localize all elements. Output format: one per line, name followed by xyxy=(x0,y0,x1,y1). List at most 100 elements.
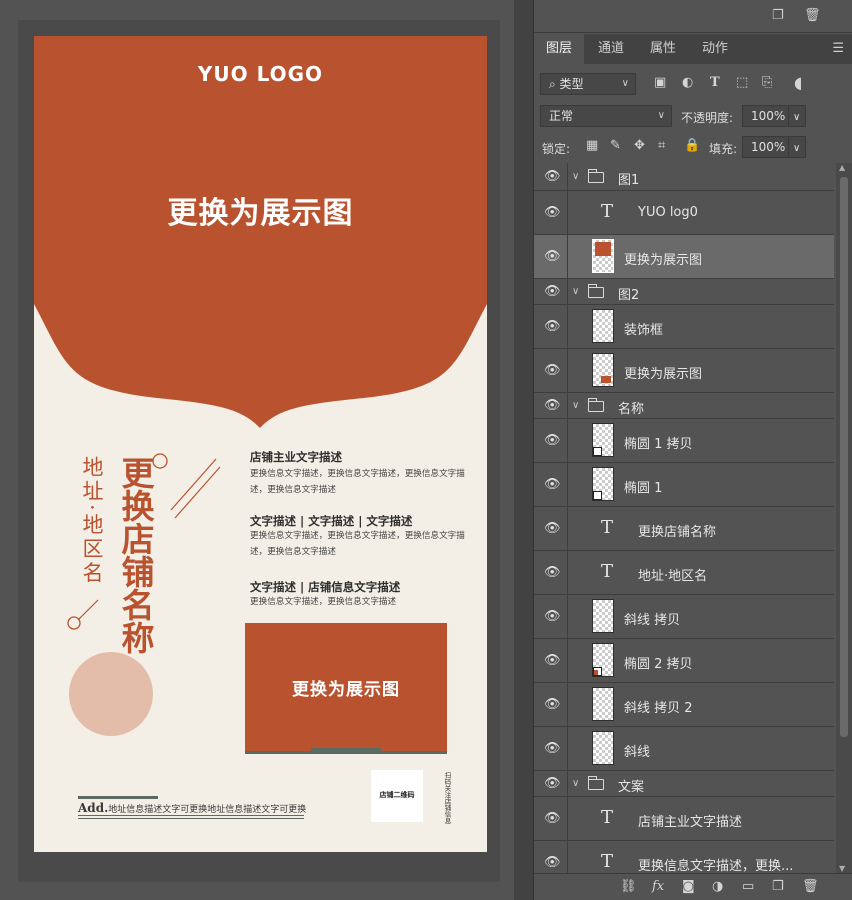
lock-pixels-icon[interactable]: ▦ xyxy=(586,138,598,153)
layer-thumbnail xyxy=(592,239,614,273)
link-icon[interactable]: ⛓ xyxy=(620,879,637,894)
eye-icon[interactable]: 👁 xyxy=(544,855,561,870)
blend-mode-dropdown[interactable]: 正常 ∨ xyxy=(540,105,672,127)
chevron-down-icon: ∨ xyxy=(793,112,801,123)
chevron-down-icon[interactable]: ∨ xyxy=(572,778,579,789)
eye-icon[interactable]: 👁 xyxy=(544,249,561,264)
poster-address: 地址·地区名 xyxy=(80,456,104,586)
text-filter-icon[interactable]: T xyxy=(710,75,720,90)
layer-text[interactable]: 👁 T 更换信息文字描述，更换... xyxy=(534,841,834,873)
text-layer-icon: T xyxy=(601,807,614,828)
diagonal-line-3 xyxy=(77,599,99,621)
tab-channels[interactable]: 通道 xyxy=(586,34,636,64)
trash-icon[interactable]: 🗑 xyxy=(804,8,821,23)
tab-actions[interactable]: 动作 xyxy=(690,34,740,64)
eye-icon[interactable]: 👁 xyxy=(544,811,561,826)
layer-image[interactable]: 👁 斜线 xyxy=(534,727,834,771)
adjustment-icon[interactable]: ◑ xyxy=(712,879,723,894)
eye-icon[interactable]: 👁 xyxy=(544,477,561,492)
eye-icon[interactable]: 👁 xyxy=(544,363,561,378)
eye-icon[interactable]: 👁 xyxy=(544,653,561,668)
eye-icon[interactable]: 👁 xyxy=(544,398,561,413)
image-placeholder-label: 更换为展示图 xyxy=(292,680,400,700)
opacity-dropdown-button[interactable]: ∨ xyxy=(788,105,806,127)
eye-icon[interactable]: 👁 xyxy=(544,319,561,334)
lock-artboard-icon[interactable]: ⌗ xyxy=(658,138,665,153)
scroll-down-icon[interactable]: ▼ xyxy=(839,864,845,873)
filter-toggle-icon[interactable]: ◖ xyxy=(794,73,802,92)
text-layer-icon: T xyxy=(601,561,614,582)
layer-thumbnail xyxy=(592,687,614,721)
layer-group-copy[interactable]: 👁 ∨ 文案 xyxy=(534,771,834,797)
image-filter-icon[interactable]: ▣ xyxy=(654,75,666,90)
layer-shape[interactable]: 👁 椭圆 2 拷贝 xyxy=(534,639,834,683)
header-shape xyxy=(34,36,487,428)
new-layer-icon[interactable]: ❐ xyxy=(772,8,784,23)
lock-brush-icon[interactable]: ✎ xyxy=(610,138,621,153)
chevron-down-icon[interactable]: ∨ xyxy=(572,286,579,297)
layer-name: 图1 xyxy=(618,173,640,188)
trash-icon[interactable]: 🗑 xyxy=(802,879,819,894)
eye-icon[interactable]: 👁 xyxy=(544,697,561,712)
layer-text[interactable]: 👁 T YUO log0 xyxy=(534,191,834,235)
eye-icon[interactable]: 👁 xyxy=(544,205,561,220)
filter-type-dropdown[interactable]: ⌕ 类型 ∨ xyxy=(540,73,636,95)
scroll-up-icon[interactable]: ▲ xyxy=(839,163,845,172)
chevron-down-icon: ∨ xyxy=(621,78,629,89)
lock-move-icon[interactable]: ✥ xyxy=(634,138,645,153)
eye-icon[interactable]: 👁 xyxy=(544,433,561,448)
layer-text[interactable]: 👁 T 地址·地区名 xyxy=(534,551,834,595)
chevron-down-icon[interactable]: ∨ xyxy=(572,171,579,182)
image-placeholder-box: 更换为展示图 xyxy=(245,623,447,751)
layer-thumbnail xyxy=(592,309,614,343)
fill-value: 100% xyxy=(751,140,786,154)
group-icon[interactable]: ▭ xyxy=(742,879,754,894)
layer-image[interactable]: 👁 更换为展示图 xyxy=(534,349,834,393)
eye-icon[interactable]: 👁 xyxy=(544,609,561,624)
fill-dropdown-button[interactable]: ∨ xyxy=(788,136,806,158)
tab-properties[interactable]: 属性 xyxy=(638,34,688,64)
layer-image[interactable]: 👁 斜线 拷贝 2 xyxy=(534,683,834,727)
layers-scrollbar[interactable]: ▲ ▼ xyxy=(836,163,852,873)
smart-filter-icon[interactable]: ⎘ xyxy=(762,75,772,90)
eye-icon[interactable]: 👁 xyxy=(544,284,561,299)
layer-thumbnail xyxy=(592,599,614,633)
layer-shape[interactable]: 👁 椭圆 1 拷贝 xyxy=(534,419,834,463)
layer-name: 装饰框 xyxy=(624,323,664,338)
chevron-down-icon[interactable]: ∨ xyxy=(572,400,579,411)
mask-icon[interactable]: ◙ xyxy=(682,879,695,894)
eye-icon[interactable]: 👁 xyxy=(544,169,561,184)
shape-filter-icon[interactable]: ⬚ xyxy=(736,75,748,90)
eye-icon[interactable]: 👁 xyxy=(544,741,561,756)
layer-text[interactable]: 👁 T 店铺主业文字描述 xyxy=(534,797,834,841)
adjust-filter-icon[interactable]: ◐ xyxy=(682,75,693,90)
fx-icon[interactable]: fx xyxy=(652,879,664,894)
layer-name: 更换为展示图 xyxy=(624,367,703,382)
layer-name: 斜线 拷贝 2 xyxy=(624,701,693,716)
layer-group-2[interactable]: 👁 ∨ 图2 xyxy=(534,279,834,305)
panel-collapse-strip[interactable] xyxy=(514,0,534,900)
layer-shape[interactable]: 👁 椭圆 1 xyxy=(534,463,834,507)
layer-image[interactable]: 👁 装饰框 xyxy=(534,305,834,349)
opacity-value: 100% xyxy=(751,109,786,123)
layers-list: 👁 ∨ 图1 👁 T YUO log0 👁 更换为展示图 👁 ∨ 图2 👁 装饰… xyxy=(534,163,834,873)
eye-icon[interactable]: 👁 xyxy=(544,565,561,580)
scrollbar-thumb[interactable] xyxy=(840,177,848,737)
layer-group-1[interactable]: 👁 ∨ 图1 xyxy=(534,163,834,191)
text-layer-icon: T xyxy=(601,851,614,872)
layer-image-selected[interactable]: 👁 更换为展示图 xyxy=(534,235,834,279)
decorative-pink-circle xyxy=(69,652,153,736)
qr-side-text: 扫码关注店铺信息 xyxy=(443,772,451,824)
diagonal-line-2 xyxy=(174,466,221,519)
eye-icon[interactable]: 👁 xyxy=(544,521,561,536)
layer-image[interactable]: 👁 斜线 拷贝 xyxy=(534,595,834,639)
new-layer-icon[interactable]: ❐ xyxy=(772,879,784,894)
eye-icon[interactable]: 👁 xyxy=(544,776,561,791)
tab-layers[interactable]: 图层 xyxy=(534,34,584,64)
layer-text[interactable]: 👁 T 更换店铺名称 xyxy=(534,507,834,551)
lock-row: 锁定: ▦ ✎ ✥ ⌗ 🔒 填充: 100% ∨ xyxy=(534,136,852,160)
lock-all-icon[interactable]: 🔒 xyxy=(684,138,700,153)
panel-menu-icon[interactable]: ☰ xyxy=(832,41,844,56)
layer-group-name[interactable]: 👁 ∨ 名称 xyxy=(534,393,834,419)
poster-canvas[interactable]: YUO LOGO 更换为展示图 地址·地区名 更换店铺名称 店铺主业文字描述 更… xyxy=(34,36,487,852)
